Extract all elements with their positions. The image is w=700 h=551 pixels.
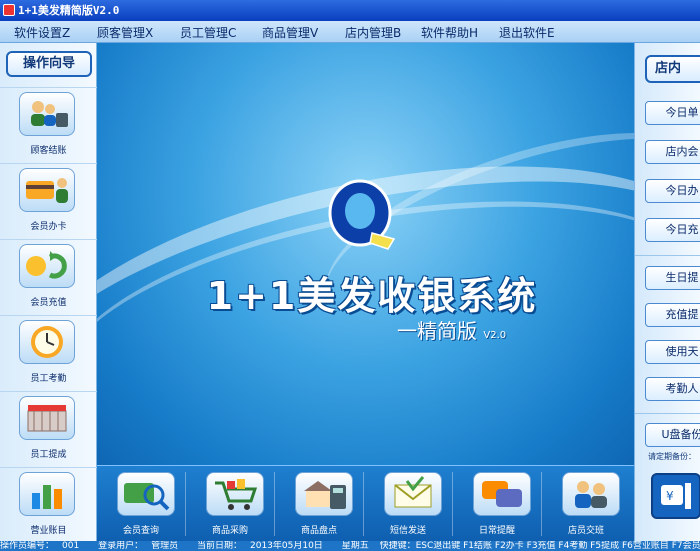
status-bar: 操作员编号： 001 登录用户： 管理员 当前日期： 2013年05月10日 星期五 … — [0, 541, 700, 551]
sidebar-item-label: 顾客结账 — [30, 146, 67, 156]
right-sidebar: 店内 今日单 店内会 今日办 今日充 生日提 充值提 使用天 考勤人 U盘备份 … — [634, 43, 700, 541]
sidebar-divider — [635, 255, 700, 256]
bar-chart-icon — [19, 472, 75, 516]
sidebar-item-label: 会员办卡 — [30, 222, 67, 232]
toolbar-label: 商品盘点 — [300, 526, 337, 536]
left-sidebar: 操作向导 顾客结账 会员办卡 会员充值 员工考勤 员工提成 营业账目 — [0, 43, 97, 541]
usb-backup-button[interactable]: U盘备份 — [645, 423, 700, 447]
menu-product-management[interactable]: 商品管理V — [262, 24, 318, 41]
menu-staff-management[interactable]: 员工管理C — [180, 24, 236, 41]
sidebar-divider — [635, 413, 700, 414]
reminder-icon — [473, 472, 531, 516]
clock-icon — [19, 320, 75, 364]
menu-customer-management[interactable]: 顾客管理X — [97, 24, 153, 41]
backup-reminder-text: 请定期备份： — [648, 452, 696, 461]
sidebar-item-member-recharge[interactable]: 会员充值 — [0, 239, 97, 315]
bottom-toolbar: 会员查询 商品采购 商品盘点 短信发送 日常提醒 店员交班 — [97, 465, 634, 541]
toolbar-label: 商品采购 — [211, 526, 248, 536]
store-panel-button[interactable]: 店内 — [645, 55, 700, 83]
app-main-title: 1+1美发收银系统 — [206, 274, 538, 318]
today-recharge-button[interactable]: 今日充 — [645, 218, 700, 242]
toolbar-label: 会员查询 — [122, 526, 159, 536]
menu-software-settings[interactable]: 软件设置Z — [14, 24, 70, 41]
login-user-status: 登录用户： 管理员 — [98, 541, 179, 551]
inventory-icon — [295, 472, 353, 516]
svg-text:¥: ¥ — [666, 489, 674, 503]
weekday-status: 星期五 — [341, 541, 369, 551]
menu-store-management[interactable]: 店内管理B — [345, 24, 401, 41]
customer-checkout-icon — [19, 92, 75, 136]
version-label: V2.0 — [483, 330, 507, 341]
sidebar-item-customer-checkout[interactable]: 顾客结账 — [0, 87, 97, 163]
q-logo-icon — [328, 179, 396, 250]
store-members-button[interactable]: 店内会 — [645, 140, 700, 164]
main-splash-panel: 1+1美发收银系统 一精简版 V2.0 — [97, 43, 634, 465]
toolbar-shift-change[interactable]: 店员交班 — [542, 466, 630, 542]
toolbar-member-search[interactable]: 会员查询 — [97, 466, 185, 542]
toolbar-product-purchase[interactable]: 商品采购 — [186, 466, 274, 542]
sidebar-item-label: 会员充值 — [30, 298, 67, 308]
operator-id-status: 操作员编号： 001 — [0, 541, 80, 551]
app-icon — [3, 4, 15, 16]
title-bar: 1+1美发精简版V2.0 — [0, 0, 700, 21]
shopping-cart-icon — [206, 472, 264, 516]
today-orders-button[interactable]: 今日单 — [645, 101, 700, 125]
commission-icon — [19, 396, 75, 440]
toolbar-inventory-count[interactable]: 商品盘点 — [275, 466, 363, 542]
recharge-reminder-button[interactable]: 充值提 — [645, 303, 700, 327]
menu-help[interactable]: 软件帮助H — [421, 24, 478, 41]
shift-change-icon — [562, 472, 620, 516]
attendance-people-button[interactable]: 考勤人 — [645, 377, 700, 401]
edition-label: 一精简版 — [397, 319, 477, 343]
shortcuts-status: 快捷键：ESC退出键 F1结账 F2办卡 F3充值 F4考勤 F5提成 F6营业… — [379, 541, 700, 551]
menu-exit[interactable]: 退出软件E — [499, 24, 555, 41]
today-new-cards-button[interactable]: 今日办 — [645, 179, 700, 203]
toolbar-label: 日常提醒 — [478, 526, 515, 536]
sidebar-item-label: 营业账目 — [30, 526, 67, 536]
toolbar-label: 店员交班 — [567, 526, 604, 536]
sidebar-item-label: 员工考勤 — [30, 374, 67, 384]
toolbar-label: 短信发送 — [389, 526, 426, 536]
usage-days-button[interactable]: 使用天 — [645, 340, 700, 364]
sidebar-item-business-accounts[interactable]: 营业账目 — [0, 467, 97, 543]
birthday-reminder-button[interactable]: 生日提 — [645, 266, 700, 290]
member-recharge-icon — [19, 244, 75, 288]
menu-bar: 软件设置Z 顾客管理X 员工管理C 商品管理V 店内管理B 软件帮助H 退出软件… — [0, 21, 700, 43]
member-card-icon — [19, 168, 75, 212]
member-search-icon — [117, 472, 175, 516]
window-title: 1+1美发精简版V2.0 — [18, 4, 120, 17]
current-date-status: 当前日期： 2013年05月10日 — [196, 541, 323, 551]
toolbar-daily-reminder[interactable]: 日常提醒 — [453, 466, 541, 542]
cashier-icon[interactable]: ¥ — [651, 473, 700, 519]
sidebar-item-staff-commission[interactable]: 员工提成 — [0, 391, 97, 467]
app-subtitle: 一精简版 V2.0 — [397, 315, 506, 344]
toolbar-sms-send[interactable]: 短信发送 — [364, 466, 452, 542]
sidebar-item-label: 员工提成 — [30, 450, 67, 460]
sidebar-item-staff-attendance[interactable]: 员工考勤 — [0, 315, 97, 391]
operation-wizard-button[interactable]: 操作向导 — [6, 51, 92, 77]
envelope-icon — [384, 472, 442, 516]
sidebar-item-member-card[interactable]: 会员办卡 — [0, 163, 97, 239]
